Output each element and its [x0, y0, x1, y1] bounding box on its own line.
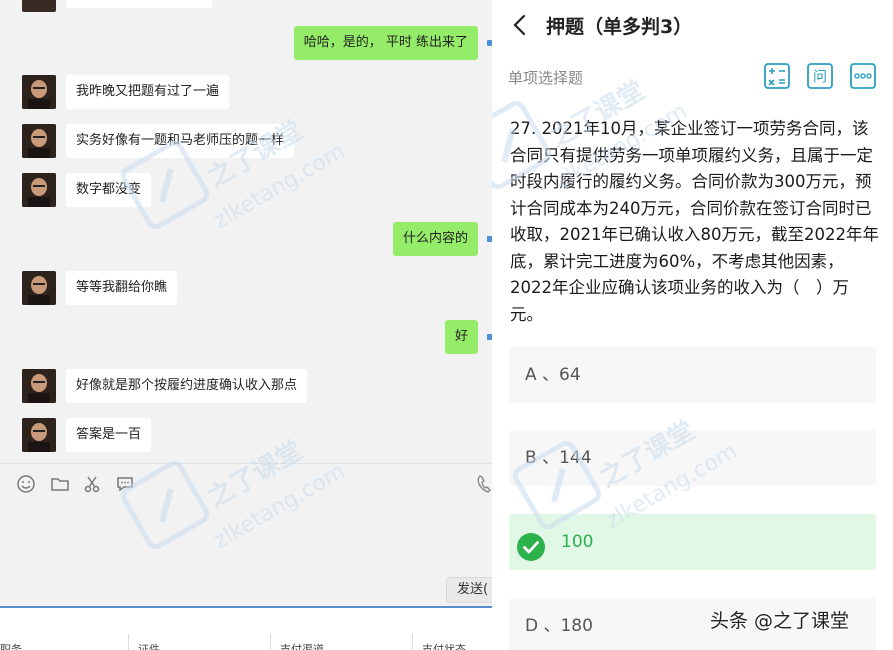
message-bubble-outgoing: 什么内容的: [392, 222, 478, 256]
avatar[interactable]: [22, 271, 56, 305]
column-header: 支付渠道: [280, 643, 324, 650]
option-c-label: 100: [561, 532, 594, 552]
check-circle-icon: [517, 528, 545, 561]
send-button[interactable]: 发送(: [446, 577, 492, 603]
quiz-panel: 押题（单多判3） 单项选择题 问 27. 2021年10月，某企业签订一项劳务合…: [492, 0, 893, 650]
question-text: 27. 2021年10月，某企业签订一项劳务合同，该合同只有提供劳务一项单项履约…: [510, 119, 879, 324]
question-icon-glyph: 问: [813, 70, 827, 86]
column-header: 职务: [0, 643, 22, 650]
message-bubble-incoming: 实务好像有一题和马老师压的题一样: [66, 124, 295, 158]
page-title: 押题（单多判3）: [546, 16, 693, 38]
option-b[interactable]: B 、144: [509, 430, 876, 486]
avatar[interactable]: [22, 124, 56, 158]
message-row: 哈哈，是的， 平时 练出来了: [280, 26, 492, 60]
message-bubble: [66, 0, 212, 8]
source-credit: 头条 @之了课堂: [710, 610, 850, 632]
message-row: 什么内容的: [380, 222, 492, 256]
question-icon[interactable]: 问: [807, 63, 833, 89]
message-bubble-incoming: 答案是一百: [66, 418, 152, 452]
scissors-icon[interactable]: [82, 474, 102, 494]
option-a[interactable]: A 、64: [509, 347, 876, 403]
question-type-label: 单项选择题: [508, 69, 584, 87]
avatar: [22, 0, 56, 12]
avatar[interactable]: [22, 75, 56, 109]
column-header: 支付状态: [422, 643, 466, 650]
input-toolbar: [0, 463, 492, 503]
clipped-message: [22, 0, 212, 12]
message-row: 等等我翻给你瞧: [22, 271, 222, 305]
calculator-icon[interactable]: [764, 63, 790, 89]
background-window-table-header: 职务 证件 支付渠道 支付状态: [0, 606, 492, 650]
message-bubble-outgoing: 哈哈，是的， 平时 练出来了: [293, 26, 478, 60]
message-row: 我昨晚又把题有过了一遍: [22, 75, 322, 109]
chat-bubble-icon[interactable]: [115, 474, 135, 494]
message-bubble-outgoing: 好: [444, 320, 478, 354]
more-icon[interactable]: [850, 63, 876, 89]
column-header: 证件: [138, 643, 160, 650]
message-row: 答案是一百: [22, 418, 222, 452]
quiz-header: 押题（单多判3）: [492, 0, 893, 52]
column-divider: [412, 634, 413, 650]
message-row: 好像就是那个按履约进度确认收入那点: [22, 369, 352, 403]
column-divider: [270, 634, 271, 650]
message-row: 数字都没变: [22, 173, 222, 207]
message-bubble-incoming: 我昨晚又把题有过了一遍: [66, 75, 230, 109]
message-row: 实务好像有一题和马老师压的题一样: [22, 124, 342, 158]
option-c[interactable]: 100: [509, 514, 876, 570]
back-arrow-icon[interactable]: [512, 14, 528, 36]
chat-window: 哈哈，是的， 平时 练出来了 我昨晚又把题有过了一遍 实务好像有一题和马老师压的…: [0, 0, 492, 650]
avatar[interactable]: [22, 173, 56, 207]
column-divider: [128, 634, 129, 650]
avatar[interactable]: [22, 418, 56, 452]
folder-icon[interactable]: [50, 474, 70, 494]
message-bubble-incoming: 数字都没变: [66, 173, 152, 207]
message-bubble-incoming: 等等我翻给你瞧: [66, 271, 178, 305]
avatar[interactable]: [22, 369, 56, 403]
message-bubble-incoming: 好像就是那个按履约进度确认收入那点: [66, 369, 308, 403]
emoji-icon[interactable]: [16, 474, 36, 494]
phone-icon[interactable]: [476, 474, 492, 494]
message-row: 好: [420, 320, 492, 354]
